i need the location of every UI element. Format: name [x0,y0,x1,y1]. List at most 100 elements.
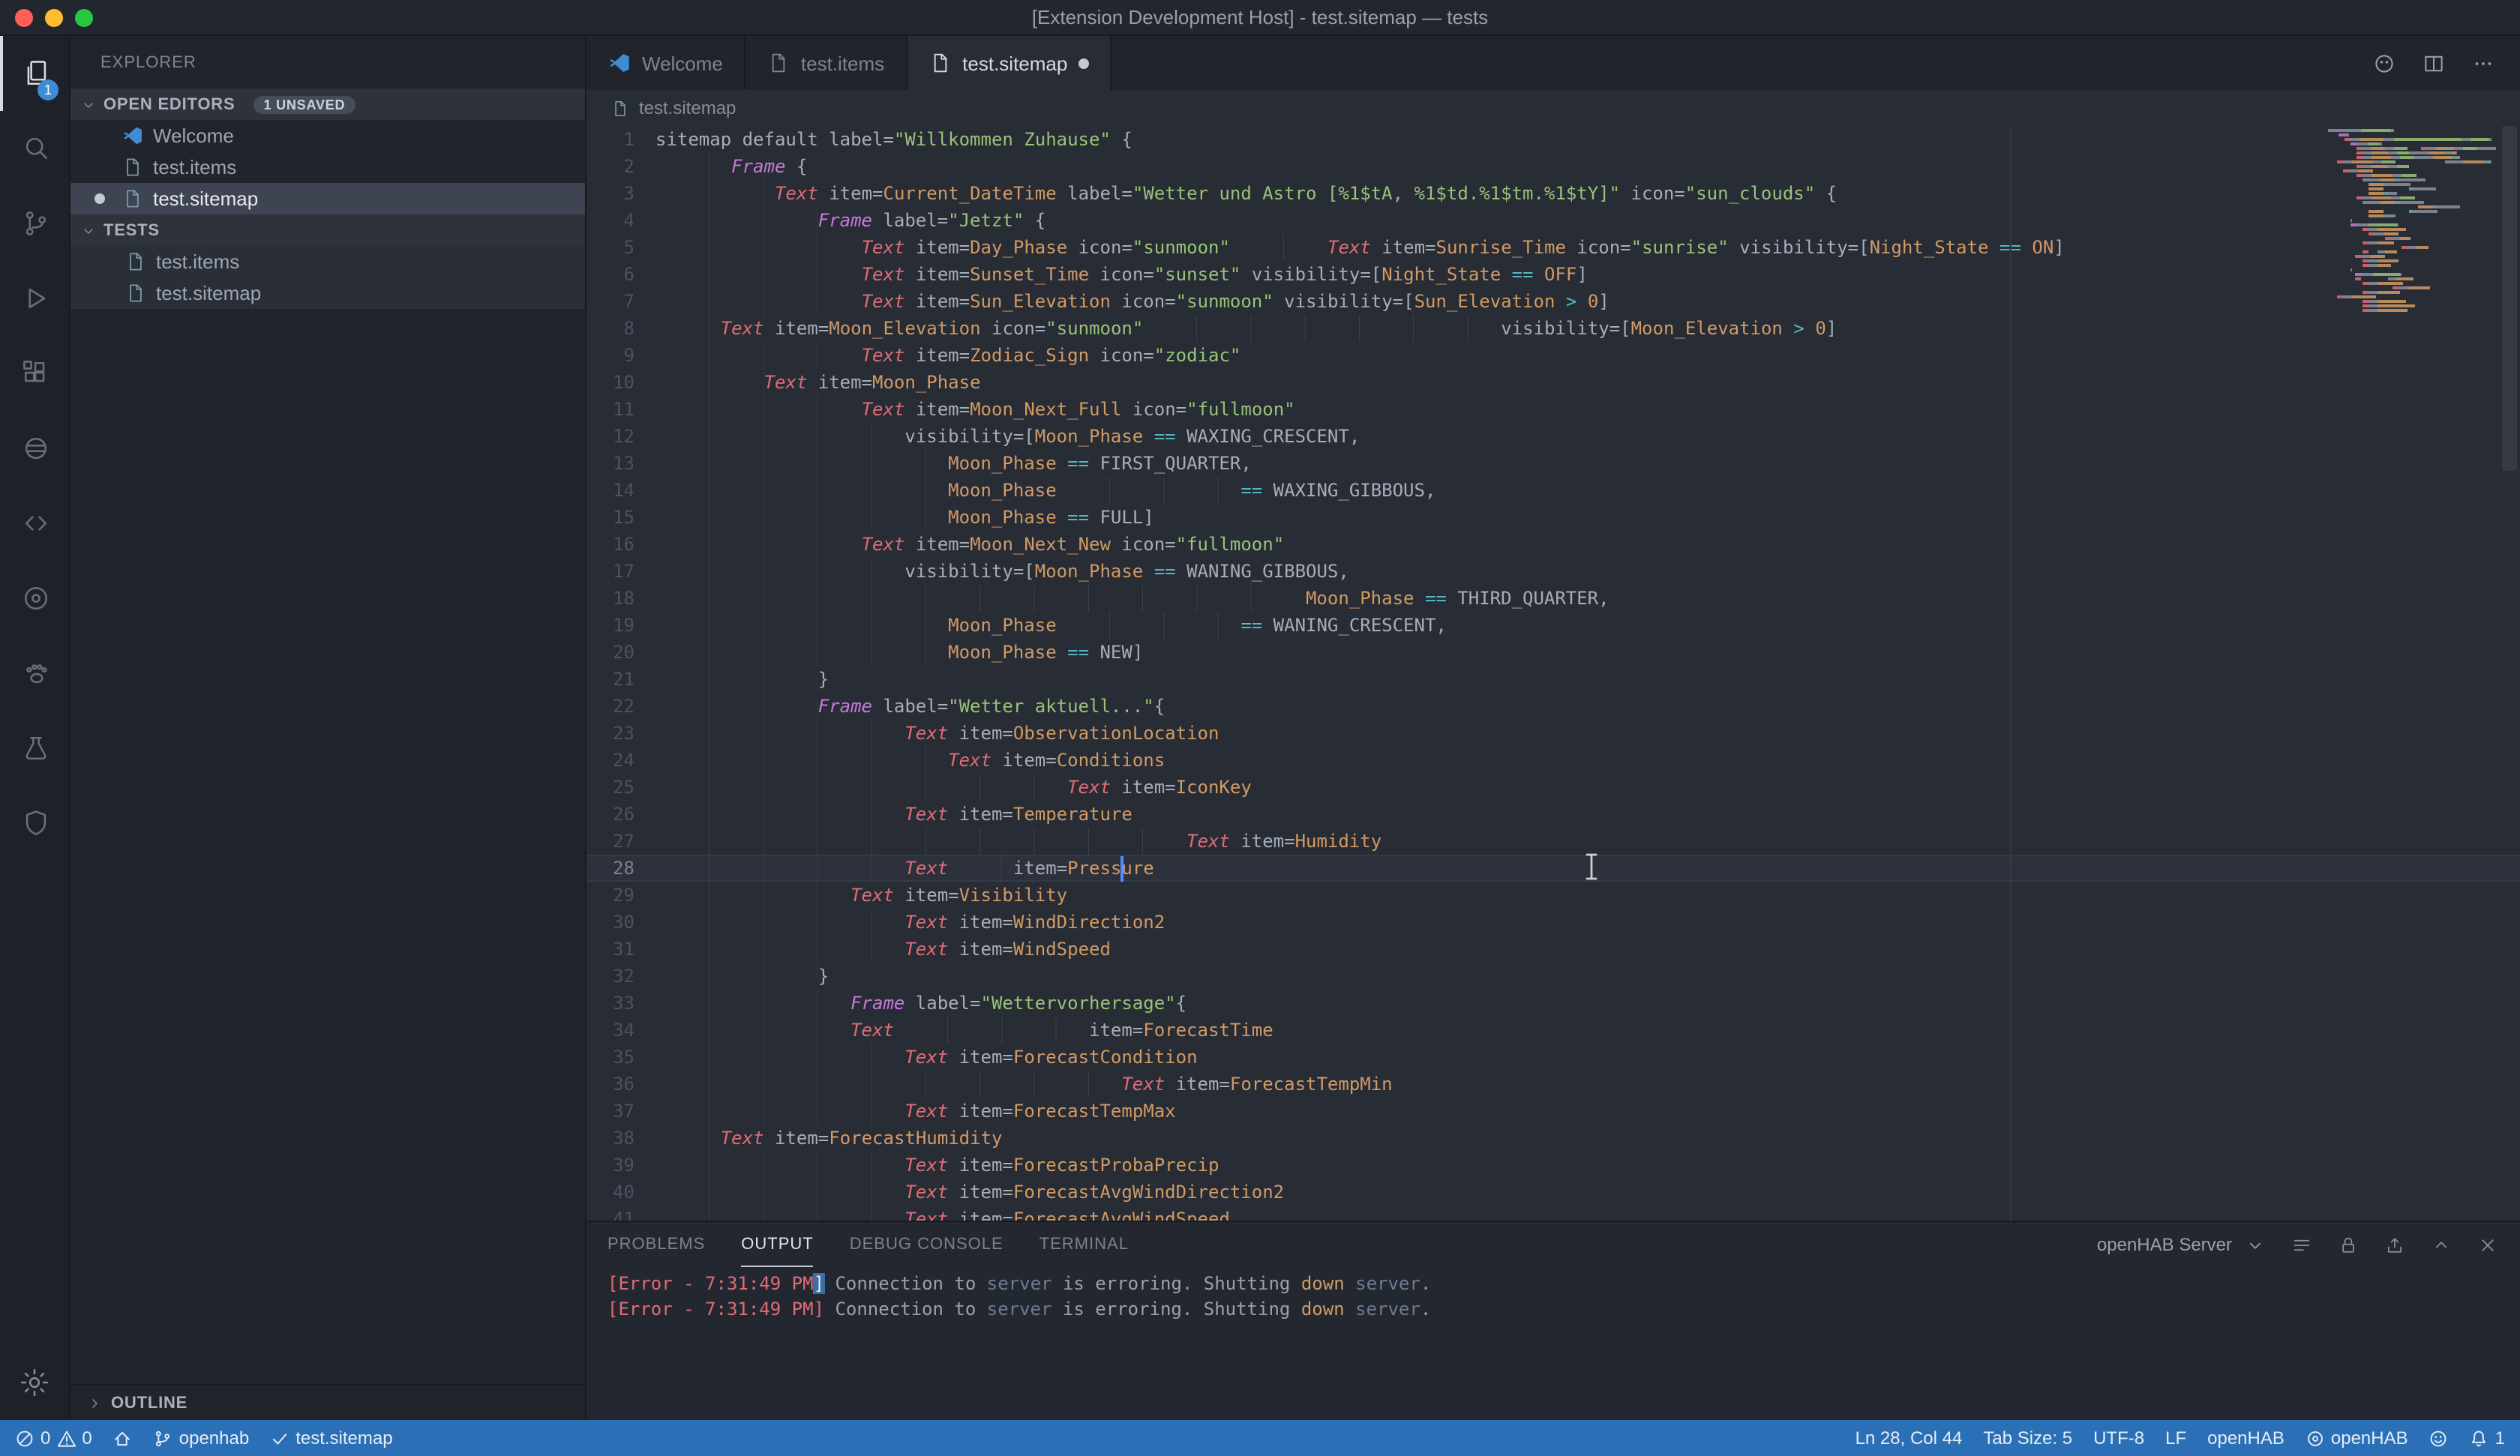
notifications-bell[interactable]: 1 [2470,1428,2505,1449]
open-editor-item[interactable]: test.sitemap [70,183,585,214]
code-line[interactable]: 18 Moon_Phase == THIRD_QUARTER, [586,585,2520,612]
zoom-button[interactable] [75,8,93,26]
code-line[interactable]: 7 Text item=Sun_Elevation icon="sunmoon"… [586,288,2520,315]
tab-welcome[interactable]: Welcome [586,36,746,90]
export-output-icon[interactable] [2384,1233,2406,1256]
panel-tab-debug-console[interactable]: DEBUG CONSOLE [850,1222,1004,1267]
encoding-status[interactable]: UTF-8 [2093,1428,2144,1449]
code-line[interactable]: 35 Text item=ForecastCondition [586,1044,2520,1071]
code-line[interactable]: 20 Moon_Phase == NEW] [586,639,2520,666]
editor-scrollbar[interactable] [2499,126,2520,1221]
openhab-preview-icon[interactable] [2372,50,2397,76]
branch-status[interactable]: openhab [154,1428,249,1449]
activity-item-security-shield[interactable] [0,786,69,861]
code-line[interactable]: 26 Text item=Temperature [586,801,2520,828]
code-line[interactable]: 15 Moon_Phase == FULL] [586,504,2520,531]
code-line[interactable]: 17 visibility=[Moon_Phase == WANING_GIBB… [586,558,2520,585]
code-line[interactable]: 31 Text item=WindSpeed [586,936,2520,963]
code-line[interactable]: 6 Text item=Sunset_Time icon="sunset" vi… [586,261,2520,288]
minimize-button[interactable] [45,8,63,26]
tab-test-items[interactable]: test.items [746,36,907,90]
breadcrumb[interactable]: test.sitemap [586,90,2520,126]
activity-item-explorer[interactable]: 1 [0,36,69,111]
activity-item-extensions[interactable] [0,336,69,411]
code-line[interactable]: 9 Text item=Zodiac_Sign icon="zodiac" [586,342,2520,369]
editor[interactable]: 1sitemap default label="Willkommen Zuhau… [586,126,2520,1221]
code-line[interactable]: 16 Text item=Moon_Next_New icon="fullmoo… [586,531,2520,558]
code-line[interactable]: 40 Text item=ForecastAvgWindDirection2 [586,1179,2520,1206]
code-line[interactable]: 34 Text item=ForecastTime [586,1017,2520,1044]
home-status[interactable] [113,1428,133,1448]
code-line[interactable]: 38 Text item=ForecastHumidity [586,1125,2520,1152]
lock-icon[interactable] [2337,1233,2360,1256]
output-channel-select[interactable]: openHAB Server [2097,1233,2266,1256]
outline-header[interactable]: OUTLINE [70,1384,585,1420]
code-line[interactable]: 28 Text item=Pressure [586,855,2520,882]
code-line[interactable]: 3 Text item=Current_DateTime label="Wett… [586,180,2520,207]
indentation-status[interactable]: Tab Size: 5 [1983,1428,2072,1449]
code-line[interactable]: 19 Moon_Phase == WANING_CRESCENT, [586,612,2520,639]
minimap[interactable] [2328,129,2496,313]
split-editor-icon[interactable] [2421,50,2446,76]
tab-test-sitemap[interactable]: test.sitemap [907,36,1111,90]
code-line[interactable]: 10 Text item=Moon_Phase [586,369,2520,396]
code-line[interactable]: 37 Text item=ForecastTempMax [586,1098,2520,1125]
activity-item-remote-explorer[interactable] [0,411,69,486]
clear-output-icon[interactable] [2290,1233,2313,1256]
file-tree-item[interactable]: test.items [70,246,585,277]
code-line[interactable]: 24 Text item=Conditions [586,747,2520,774]
tests-folder-header[interactable]: TESTS [70,214,585,246]
code-line[interactable]: 2 Frame { [586,153,2520,180]
manage-button[interactable] [0,1345,69,1420]
code-line[interactable]: 5 Text item=Day_Phase icon="sunmoon" Tex… [586,234,2520,261]
code-line[interactable]: 33 Frame label="Wettervorhersage"{ [586,990,2520,1017]
panel-tab-problems[interactable]: PROBLEMS [608,1222,705,1267]
close-button[interactable] [15,8,33,26]
cursor-position[interactable]: Ln 28, Col 44 [1856,1428,1963,1449]
code-line[interactable]: 41 Text item=ForecastAvgWindSpeed [586,1206,2520,1221]
open-editor-item[interactable]: test.items [70,151,585,183]
code-line[interactable]: 36 Text item=ForecastTempMin [586,1071,2520,1098]
open-editors-header[interactable]: OPEN EDITORS 1 UNSAVED [70,88,585,120]
openhab-server-status[interactable]: openHAB [2306,1428,2408,1449]
activity-item-run-debug[interactable] [0,261,69,336]
feedback-smiley[interactable] [2429,1428,2449,1448]
code-line[interactable]: 25 Text item=IconKey [586,774,2520,801]
code-line[interactable]: 14 Moon_Phase == WAXING_GIBBOUS, [586,477,2520,504]
panel-tab-output[interactable]: OUTPUT [741,1222,813,1267]
code-line[interactable]: 12 visibility=[Moon_Phase == WAXING_CRES… [586,423,2520,450]
validation-status[interactable]: test.sitemap [270,1428,392,1449]
activity-item-docker[interactable] [0,636,69,711]
activity-item-snippets[interactable] [0,486,69,561]
sidebar-title: EXPLORER [70,36,585,88]
code-line[interactable]: 39 Text item=ForecastProbaPrecip [586,1152,2520,1179]
problems-status[interactable]: 0 0 [15,1428,92,1449]
code-line[interactable]: 13 Moon_Phase == FIRST_QUARTER, [586,450,2520,477]
code-line[interactable]: 23 Text item=ObservationLocation [586,720,2520,747]
code-line[interactable]: 30 Text item=WindDirection2 [586,909,2520,936]
code-line[interactable]: 1sitemap default label="Willkommen Zuhau… [586,126,2520,153]
file-tree-item[interactable]: test.sitemap [70,277,585,309]
code-line[interactable]: 21 } [586,666,2520,693]
activity-item-test-flask[interactable] [0,711,69,786]
more-actions-icon[interactable] [2470,50,2496,76]
activity-item-openhab[interactable] [0,561,69,636]
code-line[interactable]: 4 Frame label="Jetzt" { [586,207,2520,234]
code-line[interactable]: 8 Text item=Moon_Elevation icon="sunmoon… [586,315,2520,342]
maximize-panel-icon[interactable] [2430,1233,2452,1256]
code-line[interactable]: 11 Text item=Moon_Next_Full icon="fullmo… [586,396,2520,423]
code-line[interactable]: 27 Text item=Humidity [586,828,2520,855]
code-line[interactable]: 29 Text item=Visibility [586,882,2520,909]
code-line[interactable]: 22 Frame label="Wetter aktuell..."{ [586,693,2520,720]
open-editor-item[interactable]: Welcome [70,120,585,151]
output-log[interactable]: [Error - 7:31:49 PM] Connection to serve… [586,1267,2520,1323]
language-mode[interactable]: openHAB [2207,1428,2284,1449]
modified-dot-icon[interactable] [1078,58,1088,68]
activity-item-search[interactable] [0,111,69,186]
activity-item-source-control[interactable] [0,186,69,261]
code-line[interactable]: 32 } [586,963,2520,990]
close-panel-icon[interactable] [2476,1233,2499,1256]
panel-tab-terminal[interactable]: TERMINAL [1040,1222,1129,1267]
scrollbar-thumb[interactable] [2502,126,2517,471]
eol-status[interactable]: LF [2165,1428,2186,1449]
